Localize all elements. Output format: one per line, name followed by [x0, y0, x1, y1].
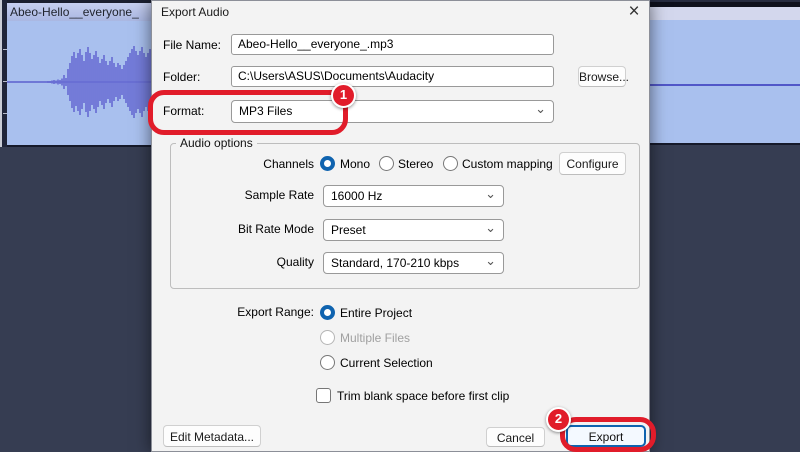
- vertical-ruler: [0, 0, 7, 147]
- waveform-center-line: [650, 84, 800, 86]
- radio-stereo-label[interactable]: Stereo: [398, 157, 433, 171]
- channels-label: Channels: [181, 157, 314, 171]
- radio-multiple-files: [320, 330, 335, 345]
- clip-header-right[interactable]: [650, 7, 800, 20]
- dialog-title: Export Audio: [161, 5, 229, 19]
- sample-rate-label: Sample Rate: [181, 188, 314, 202]
- configure-button[interactable]: Configure: [559, 152, 626, 175]
- trim-blank-space-label[interactable]: Trim blank space before first clip: [337, 389, 509, 403]
- folder-label: Folder:: [163, 70, 200, 84]
- folder-input[interactable]: C:\Users\ASUS\Documents\Audacity: [231, 66, 554, 87]
- radio-entire-project-label[interactable]: Entire Project: [340, 306, 412, 320]
- annotation-badge-1: 1: [331, 83, 356, 108]
- quality-value: Standard, 170-210 kbps: [331, 256, 459, 270]
- radio-mono[interactable]: [320, 156, 335, 171]
- bit-rate-mode-dropdown[interactable]: Preset ⌄: [323, 219, 504, 241]
- radio-current-selection-label[interactable]: Current Selection: [340, 356, 433, 370]
- radio-custom-mapping-label[interactable]: Custom mapping: [462, 157, 553, 171]
- radio-current-selection[interactable]: [320, 355, 335, 370]
- export-range-label: Export Range:: [181, 305, 314, 319]
- cancel-button[interactable]: Cancel: [486, 427, 545, 447]
- timeline-strip: [650, 0, 800, 7]
- sample-rate-value: 16000 Hz: [331, 189, 382, 203]
- radio-custom-mapping[interactable]: [443, 156, 458, 171]
- annotation-rect-export: [560, 417, 656, 452]
- bit-rate-mode-value: Preset: [331, 223, 366, 237]
- file-name-label: File Name:: [163, 38, 221, 52]
- audio-clip[interactable]: Abeo-Hello__everyone_: [7, 0, 151, 147]
- trim-blank-space-checkbox[interactable]: [316, 388, 331, 403]
- export-audio-dialog: Export Audio × File Name: Abeo-Hello__ev…: [151, 0, 650, 452]
- waveform[interactable]: [7, 21, 151, 145]
- sample-rate-dropdown[interactable]: 16000 Hz ⌄: [323, 185, 504, 207]
- chevron-down-icon: ⌄: [485, 253, 496, 269]
- radio-multiple-files-label: Multiple Files: [340, 331, 410, 345]
- edit-metadata-button[interactable]: Edit Metadata...: [163, 425, 261, 447]
- waveform-silent[interactable]: [650, 20, 800, 145]
- audio-options-legend: Audio options: [176, 136, 257, 150]
- browse-button[interactable]: Browse...: [578, 66, 626, 87]
- chevron-down-icon: ⌄: [485, 186, 496, 202]
- bit-rate-mode-label: Bit Rate Mode: [181, 222, 314, 236]
- quality-dropdown[interactable]: Standard, 170-210 kbps ⌄: [323, 252, 504, 274]
- quality-label: Quality: [181, 255, 314, 269]
- clip-title-bar[interactable]: Abeo-Hello__everyone_: [7, 3, 151, 21]
- audio-track-left[interactable]: Abeo-Hello__everyone_: [0, 0, 151, 147]
- annotation-badge-2: 2: [546, 407, 571, 432]
- radio-entire-project[interactable]: [320, 305, 335, 320]
- annotation-rect-format: [148, 90, 348, 135]
- chevron-down-icon: ⌄: [485, 220, 496, 236]
- radio-stereo[interactable]: [379, 156, 394, 171]
- close-icon[interactable]: ×: [622, 1, 646, 23]
- audio-track-right[interactable]: [650, 0, 800, 147]
- file-name-input[interactable]: Abeo-Hello__everyone_.mp3: [231, 34, 554, 55]
- waveform-svg: [7, 21, 151, 145]
- radio-mono-label[interactable]: Mono: [340, 157, 370, 171]
- chevron-down-icon: ⌄: [535, 101, 546, 117]
